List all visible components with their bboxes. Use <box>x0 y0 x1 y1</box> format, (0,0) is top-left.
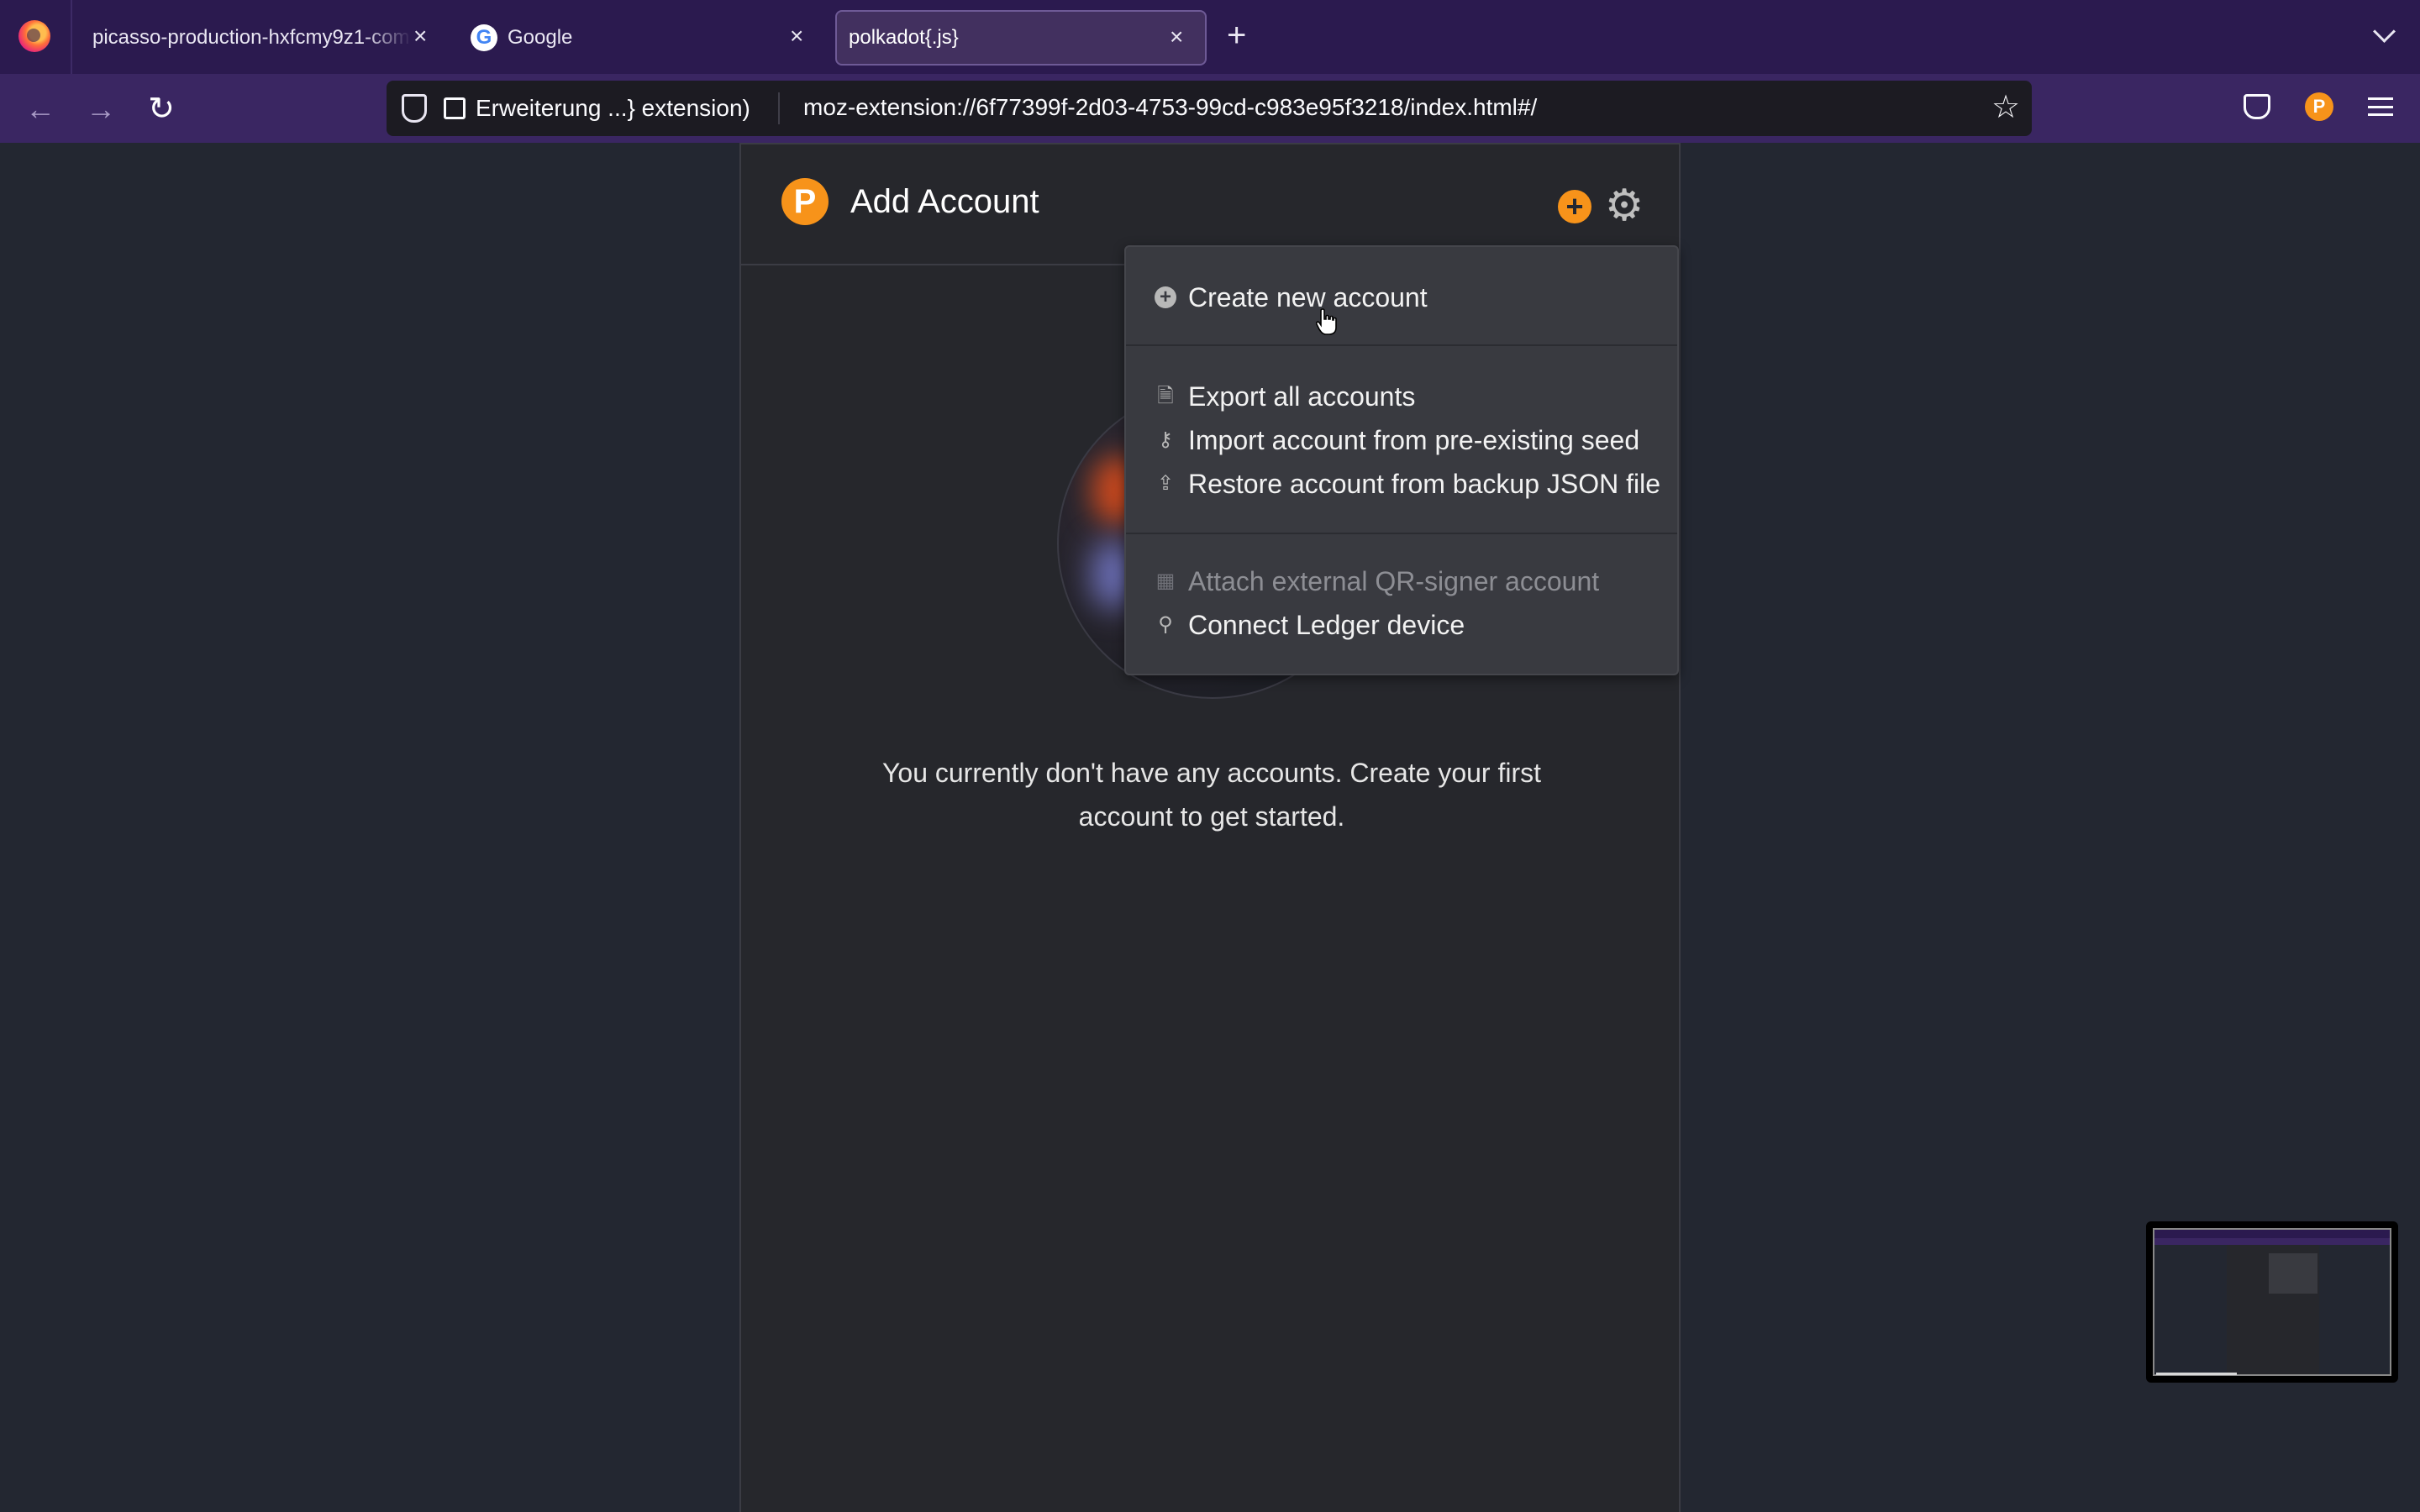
import-seed-item[interactable]: ⚷ Import account from pre-existing seed <box>1155 420 1639 460</box>
close-icon[interactable]: × <box>1170 25 1183 49</box>
add-account-button[interactable]: + <box>1558 190 1591 223</box>
menu-divider <box>1126 533 1677 534</box>
back-icon[interactable]: ← <box>24 92 57 126</box>
extension-icon <box>444 97 466 119</box>
tab-strip: picasso-production-hxfcmy9z1-com × G Goo… <box>0 0 2420 74</box>
thumbnail-tabbar <box>2154 1230 2390 1238</box>
usb-icon: ⚲ <box>1158 613 1173 636</box>
new-tab-button[interactable]: + <box>1227 18 1246 52</box>
thumbnail-navbar <box>2154 1238 2390 1245</box>
menu-icon[interactable] <box>2368 97 2393 116</box>
hand-cursor-icon <box>1316 308 1337 335</box>
thumbnail-menu <box>2269 1253 2317 1294</box>
tab-title: picasso-production-hxfcmy9z1-com <box>92 26 410 49</box>
tab-title: Google <box>508 26 573 49</box>
restore-json-item[interactable]: ⇪ Restore account from backup JSON file <box>1155 464 1660 504</box>
page-title: Add Account <box>850 183 1039 220</box>
tab-polkadot[interactable]: polkadot{.js} × <box>835 10 1207 66</box>
list-all-tabs-icon[interactable] <box>2373 22 2396 45</box>
menu-item-label: Import account from pre-existing seed <box>1188 424 1640 455</box>
thumbnail-preview <box>2153 1228 2391 1376</box>
add-account-menu: + Create new account 🗎 Export all accoun… <box>1124 245 1679 675</box>
navigation-bar: ← → ↻ Erweiterung ...} extension) moz-ex… <box>0 74 2420 143</box>
polkadot-extension-icon[interactable]: P <box>2305 92 2333 121</box>
forward-icon[interactable]: → <box>84 92 118 126</box>
empty-state-message: You currently don't have any accounts. C… <box>881 758 1541 832</box>
pocket-icon[interactable] <box>2244 94 2270 119</box>
qrcode-icon: ▦ <box>1155 570 1176 592</box>
attach-qr-signer-item: ▦ Attach external QR-signer account <box>1155 561 1599 601</box>
file-export-icon: 🗎 <box>1157 385 1174 407</box>
divider <box>778 92 780 124</box>
menu-item-label: Create new account <box>1188 281 1428 312</box>
create-new-account-item[interactable]: + Create new account <box>1155 277 1428 318</box>
tab-title: polkadot{.js} <box>849 26 959 49</box>
plus-circle-icon: + <box>1155 286 1176 308</box>
tracking-protection-icon[interactable] <box>402 94 427 123</box>
close-icon[interactable]: × <box>413 24 427 48</box>
identity-chip[interactable]: Erweiterung ...} extension) <box>444 87 750 129</box>
bookmark-star-icon[interactable]: ☆ <box>1991 89 2020 126</box>
reload-icon[interactable]: ↻ <box>145 92 178 126</box>
key-icon: ⚷ <box>1158 428 1173 451</box>
menu-item-label: Restore account from backup JSON file <box>1188 468 1661 499</box>
thumbnail-progress <box>2156 1373 2237 1375</box>
url-bar[interactable]: Erweiterung ...} extension) moz-extensio… <box>387 81 2032 136</box>
url-text[interactable]: moz-extension://6f77399f-2d03-4753-99cd-… <box>803 94 1537 121</box>
menu-item-label: Attach external QR-signer account <box>1188 565 1600 596</box>
menu-item-label: Export all accounts <box>1188 381 1416 412</box>
gear-icon[interactable]: ⚙ <box>1603 184 1645 228</box>
tab-picasso[interactable]: picasso-production-hxfcmy9z1-com × <box>77 10 439 66</box>
menu-divider <box>1126 344 1677 346</box>
menu-item-label: Connect Ledger device <box>1188 609 1465 640</box>
export-all-accounts-item[interactable]: 🗎 Export all accounts <box>1155 376 1415 417</box>
firefox-icon[interactable] <box>18 20 50 52</box>
close-icon[interactable]: × <box>790 24 803 48</box>
polkadot-logo-icon: P <box>781 178 829 225</box>
tab-google[interactable]: G Google × <box>460 10 822 66</box>
connect-ledger-item[interactable]: ⚲ Connect Ledger device <box>1155 605 1465 645</box>
google-icon: G <box>471 24 497 51</box>
tab-separator <box>71 0 72 74</box>
identity-label: Erweiterung ...} extension) <box>476 95 750 121</box>
file-upload-icon: ⇪ <box>1156 472 1175 495</box>
screen-thumbnail[interactable] <box>2146 1221 2398 1383</box>
